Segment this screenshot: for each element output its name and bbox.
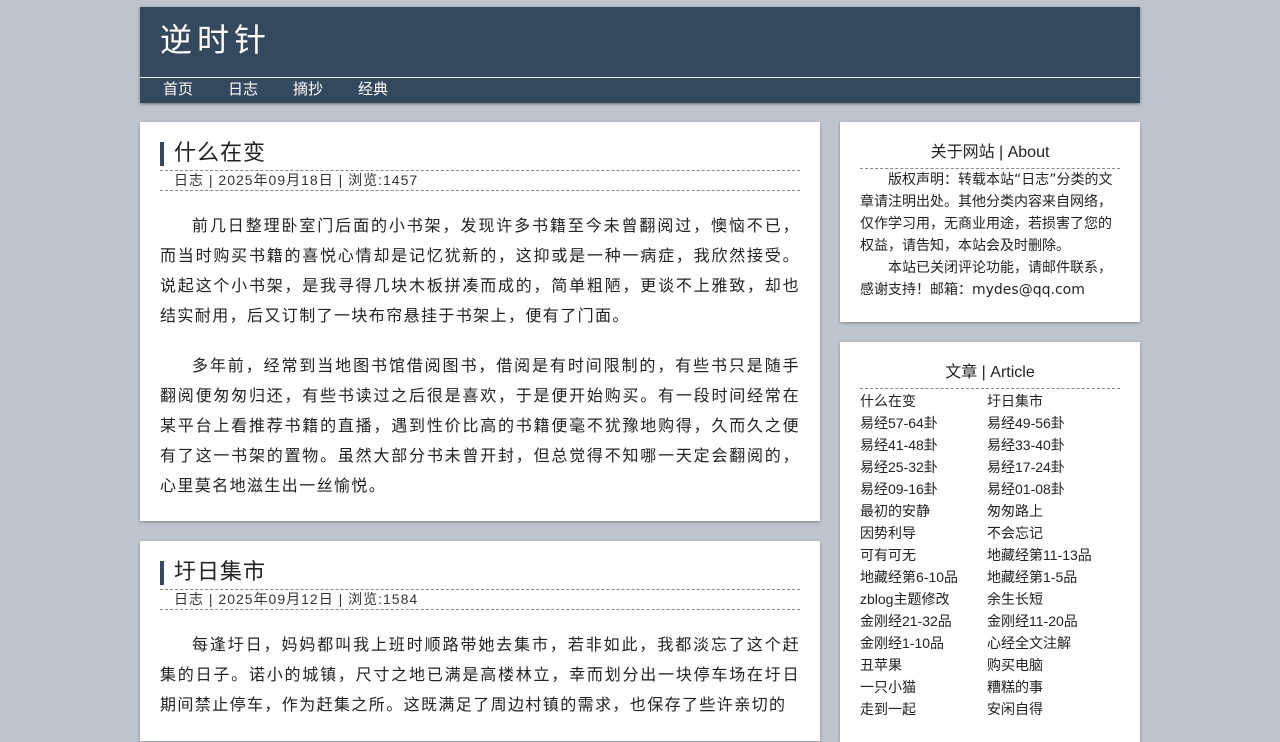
post-paragraph: 多年前，经常到当地图书馆借阅图书，借阅是有时间限制的，有些书只是随手翻阅便匆匆归… <box>160 356 800 495</box>
post-paragraph: 前几日整理卧室门后面的小书架，发现许多书籍至今未曾翻阅过，懊恼不已，而当时购买书… <box>160 216 800 325</box>
post-meta: 日志 | 2025年09月18日 | 浏览:1457 <box>160 170 800 191</box>
article-link[interactable]: 一只小猫 <box>860 676 987 698</box>
article-link[interactable]: 地藏经第11-13品 <box>987 544 1120 566</box>
article-link[interactable]: 易经49-56卦 <box>987 412 1120 434</box>
article-list: 什么在变 圩日集市 易经57-64卦 易经49-56卦 易经41-48卦 易经33-40卦… <box>860 390 1120 720</box>
article-link[interactable]: 金刚经21-32品 <box>860 610 987 632</box>
article-link[interactable]: 金刚经11-20品 <box>987 610 1120 632</box>
article-link[interactable]: 易经41-48卦 <box>860 434 987 456</box>
post-card: 圩日集市 日志 | 2025年09月12日 | 浏览:1584 每逢圩日，妈妈都… <box>140 541 820 741</box>
about-paragraph: 本站已关闭评论功能，请邮件联系，感谢支持！邮箱：mydes@qq.com <box>860 260 1112 298</box>
article-link[interactable]: 不会忘记 <box>987 522 1120 544</box>
article-link[interactable]: 可有可无 <box>860 544 987 566</box>
article-link[interactable]: 最初的安静 <box>860 500 987 522</box>
header-divider <box>140 77 1140 78</box>
article-link[interactable]: 购买电脑 <box>987 654 1120 676</box>
articles-title: 文章 | Article <box>860 362 1120 389</box>
about-text: 版权声明：转载本站“日志”分类的文章请注明出处。其他分类内容来自网络，仅作学习用… <box>860 169 1120 301</box>
article-link[interactable]: 安闲自得 <box>987 698 1120 720</box>
article-link[interactable]: 易经25-32卦 <box>860 456 987 478</box>
about-widget: 关于网站 | About 版权声明：转载本站“日志”分类的文章请注明出处。其他分… <box>840 122 1140 322</box>
article-link[interactable]: 什么在变 <box>860 390 987 412</box>
nav-item-classics[interactable]: 经典 <box>335 79 400 101</box>
article-link[interactable]: 易经17-24卦 <box>987 456 1120 478</box>
article-link[interactable]: 金刚经1-10品 <box>860 632 987 654</box>
post-meta: 日志 | 2025年09月12日 | 浏览:1584 <box>160 589 800 610</box>
post-card: 什么在变 日志 | 2025年09月18日 | 浏览:1457 前几日整理卧室门… <box>140 122 820 521</box>
article-link[interactable]: 丑苹果 <box>860 654 987 676</box>
article-link[interactable]: 圩日集市 <box>987 390 1120 412</box>
nav-item-excerpts[interactable]: 摘抄 <box>270 79 335 101</box>
post-body: 每逢圩日，妈妈都叫我上班时顺路带她去集市，若非如此，我都淡忘了这个赶集的日子。诺… <box>160 630 800 720</box>
article-link[interactable]: 易经01-08卦 <box>987 478 1120 500</box>
article-link[interactable]: 地藏经第1-5品 <box>987 566 1120 588</box>
article-link[interactable]: 余生长短 <box>987 588 1120 610</box>
nav-item-journal[interactable]: 日志 <box>205 79 270 101</box>
article-link[interactable]: 地藏经第6-10品 <box>860 566 987 588</box>
site-header: 逆时针 首页 日志 摘抄 经典 <box>140 7 1140 103</box>
articles-widget: 文章 | Article 什么在变 圩日集市 易经57-64卦 易经49-56卦 易经4… <box>840 342 1140 742</box>
post-title[interactable]: 什么在变 <box>160 142 800 166</box>
site-title[interactable]: 逆时针 <box>160 19 271 61</box>
main-nav: 首页 日志 摘抄 经典 <box>140 79 400 101</box>
article-link[interactable]: 糟糕的事 <box>987 676 1120 698</box>
about-title: 关于网站 | About <box>860 142 1120 169</box>
article-link[interactable]: 易经09-16卦 <box>860 478 987 500</box>
article-link[interactable]: 走到一起 <box>860 698 987 720</box>
article-link[interactable]: zblog主题修改 <box>860 588 987 610</box>
nav-item-home[interactable]: 首页 <box>140 79 205 101</box>
about-paragraph: 版权声明：转载本站“日志”分类的文章请注明出处。其他分类内容来自网络，仅作学习用… <box>860 172 1113 254</box>
article-link[interactable]: 匆匆路上 <box>987 500 1120 522</box>
article-link[interactable]: 易经33-40卦 <box>987 434 1120 456</box>
article-link[interactable]: 易经57-64卦 <box>860 412 987 434</box>
post-paragraph: 每逢圩日，妈妈都叫我上班时顺路带她去集市，若非如此，我都淡忘了这个赶集的日子。诺… <box>160 635 800 714</box>
post-body: 前几日整理卧室门后面的小书架，发现许多书籍至今未曾翻阅过，懊恼不已，而当时购买书… <box>160 211 800 501</box>
article-link[interactable]: 心经全文注解 <box>987 632 1120 654</box>
post-title[interactable]: 圩日集市 <box>160 561 800 585</box>
article-link[interactable]: 因势利导 <box>860 522 987 544</box>
